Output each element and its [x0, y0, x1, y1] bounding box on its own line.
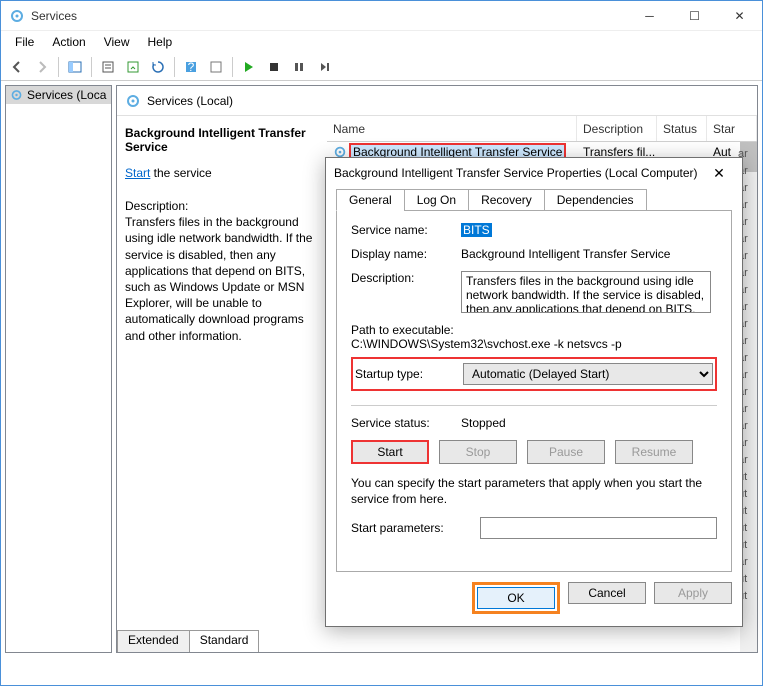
refresh-button[interactable] — [146, 55, 170, 79]
menu-action[interactable]: Action — [44, 33, 93, 51]
tree-root[interactable]: Services (Local) — [6, 86, 111, 104]
menu-view[interactable]: View — [96, 33, 138, 51]
tab-general[interactable]: General — [336, 189, 405, 211]
main-header: Services (Local) — [117, 86, 757, 116]
startup-type-row: Startup type: Automatic (Delayed Start) — [351, 357, 717, 391]
gear-icon — [10, 88, 23, 102]
detail-description: Description: Transfers files in the back… — [125, 198, 319, 344]
col-desc[interactable]: Description — [577, 116, 657, 141]
main-header-title: Services (Local) — [147, 94, 233, 108]
dialog-close-button[interactable]: ✕ — [704, 165, 734, 182]
detail-action-row: Start the service — [125, 166, 319, 180]
menu-bar: File Action View Help — [1, 31, 762, 53]
minimize-button[interactable]: ─ — [627, 1, 672, 30]
help-button[interactable]: ? — [179, 55, 203, 79]
tab-logon[interactable]: Log On — [404, 189, 469, 211]
service-name-label: Service name: — [351, 223, 461, 237]
tab-extended[interactable]: Extended — [117, 630, 190, 652]
export-button[interactable] — [121, 55, 145, 79]
services-icon — [9, 8, 25, 24]
tab-recovery[interactable]: Recovery — [468, 189, 545, 211]
list-header: Name Description Status Star — [327, 116, 757, 142]
toolbar-sep — [91, 57, 92, 77]
col-startup[interactable]: Star — [707, 116, 757, 141]
ok-highlight: OK — [472, 582, 560, 614]
play-button[interactable] — [237, 55, 261, 79]
detail-desc-text: Transfers files in the background using … — [125, 214, 319, 344]
help2-button[interactable] — [204, 55, 228, 79]
startup-type-select[interactable]: Automatic (Delayed Start) — [463, 363, 713, 385]
start-params-hint: You can specify the start parameters tha… — [351, 476, 717, 507]
menu-help[interactable]: Help — [140, 33, 181, 51]
detail-pane: Background Intelligent Transfer Service … — [117, 116, 327, 652]
col-status[interactable]: Status — [657, 116, 707, 141]
dialog-titlebar[interactable]: Background Intelligent Transfer Service … — [326, 158, 742, 188]
service-status-label: Service status: — [351, 416, 461, 430]
tree-root-label: Services (Local) — [27, 88, 107, 102]
start-service-link[interactable]: Start — [125, 166, 150, 180]
col-name[interactable]: Name — [327, 116, 577, 141]
properties-button[interactable] — [96, 55, 120, 79]
detail-desc-label: Description: — [125, 198, 319, 214]
start-button[interactable]: Start — [351, 440, 429, 464]
description-label: Description: — [351, 271, 461, 313]
restart-button[interactable] — [312, 55, 336, 79]
divider — [351, 405, 717, 406]
close-button[interactable]: ✕ — [717, 1, 762, 30]
dialog-tabs: General Log On Recovery Dependencies — [326, 188, 742, 210]
properties-dialog: Background Intelligent Transfer Service … — [325, 157, 743, 627]
path-label: Path to executable: — [351, 323, 717, 337]
show-hide-tree-button[interactable] — [63, 55, 87, 79]
start-service-suffix: the service — [150, 166, 211, 180]
window-titlebar: Services ─ ☐ ✕ — [1, 1, 762, 31]
toolbar-sep — [58, 57, 59, 77]
detail-title: Background Intelligent Transfer Service — [125, 126, 319, 154]
path-value: C:\WINDOWS\System32\svchost.exe -k netsv… — [351, 337, 717, 351]
display-name-label: Display name: — [351, 247, 461, 261]
tab-dependencies[interactable]: Dependencies — [544, 189, 647, 211]
tab-standard[interactable]: Standard — [189, 630, 260, 652]
resume-button: Resume — [615, 440, 693, 464]
window-title: Services — [31, 9, 627, 23]
dialog-footer: OK Cancel Apply — [326, 582, 742, 626]
apply-button: Apply — [654, 582, 732, 604]
back-button[interactable] — [5, 55, 29, 79]
svg-text:?: ? — [188, 60, 195, 74]
forward-button[interactable] — [30, 55, 54, 79]
toolbar-sep — [232, 57, 233, 77]
service-control-buttons: Start Stop Pause Resume — [351, 440, 717, 464]
stop-button: Stop — [439, 440, 517, 464]
view-tabs: Extended Standard — [117, 630, 258, 652]
stop-button[interactable] — [262, 55, 286, 79]
service-status-value: Stopped — [461, 416, 717, 430]
description-textarea[interactable] — [461, 271, 711, 313]
dialog-body: Service name: BITS Display name: Backgro… — [336, 210, 732, 572]
dialog-title: Background Intelligent Transfer Service … — [334, 166, 704, 180]
toolbar-sep — [174, 57, 175, 77]
pause-button: Pause — [527, 440, 605, 464]
ok-button[interactable]: OK — [477, 587, 555, 609]
cancel-button[interactable]: Cancel — [568, 582, 646, 604]
maximize-button[interactable]: ☐ — [672, 1, 717, 30]
toolbar: ? — [1, 53, 762, 81]
tree-pane[interactable]: Services (Local) — [5, 85, 112, 653]
gear-icon — [125, 93, 141, 109]
pause-button[interactable] — [287, 55, 311, 79]
start-params-input[interactable] — [480, 517, 717, 539]
display-name-value: Background Intelligent Transfer Service — [461, 247, 717, 261]
start-params-label: Start parameters: — [351, 521, 480, 535]
menu-file[interactable]: File — [7, 33, 42, 51]
service-name-value[interactable]: BITS — [461, 223, 492, 237]
startup-type-label: Startup type: — [355, 367, 463, 381]
